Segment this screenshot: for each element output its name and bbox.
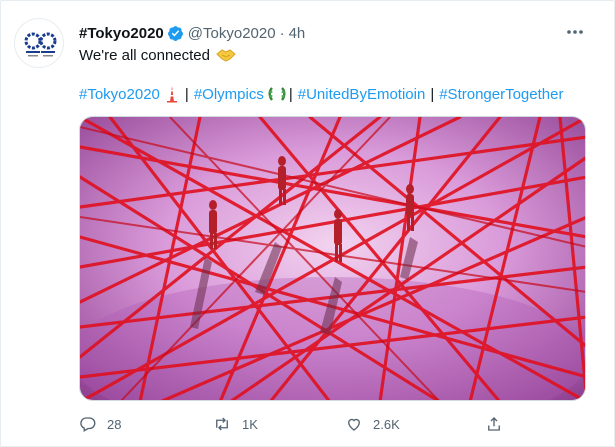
- handshake-emoji-icon: [216, 46, 236, 64]
- tweet-actions: 28 1K 2.6K: [79, 411, 586, 437]
- reply-count: 28: [107, 416, 122, 432]
- laurel-emoji-icon: [268, 85, 286, 103]
- tweet-text: We're all connected: [79, 46, 236, 64]
- verified-badge-icon: [167, 25, 184, 42]
- display-name[interactable]: #Tokyo2020: [79, 25, 164, 42]
- like-icon: [348, 418, 360, 431]
- like-button[interactable]: 2.6K: [345, 411, 400, 437]
- tokyo-tower-emoji-icon: [164, 85, 180, 103]
- share-icon: [488, 417, 500, 431]
- more-options-icon[interactable]: [561, 21, 589, 43]
- hashtag-divider: |: [184, 85, 189, 103]
- tweet-header: #Tokyo2020 @Tokyo2020 · 4h: [79, 23, 305, 43]
- timestamp[interactable]: 4h: [289, 25, 306, 42]
- hashtag-line: #Tokyo2020 | #Olympics | #UnitedByEmotio…: [79, 85, 563, 103]
- reply-button[interactable]: 28: [79, 411, 121, 437]
- performance-photo: [80, 117, 585, 400]
- handle[interactable]: @Tokyo2020: [188, 25, 276, 42]
- tokyo2020-emblem-icon: [24, 32, 57, 57]
- header-separator: ·: [279, 24, 285, 42]
- retweet-icon: [216, 417, 228, 431]
- reply-icon: [80, 417, 96, 432]
- retweet-button[interactable]: 1K: [212, 411, 258, 437]
- hashtag-divider: |: [430, 85, 435, 103]
- tweet-image[interactable]: [79, 116, 586, 401]
- tweet-card[interactable]: #Tokyo2020 @Tokyo2020 · 4h We're all con…: [0, 0, 615, 447]
- hashtag-tokyo2020[interactable]: #Tokyo2020: [79, 86, 160, 103]
- hashtag-olympics[interactable]: #Olympics: [194, 86, 264, 103]
- retweet-count: 1K: [242, 416, 258, 432]
- hashtag-unitedbyemotioin[interactable]: #UnitedByEmotioin: [298, 86, 426, 103]
- share-button[interactable]: [485, 411, 513, 437]
- tweet-text-body: We're all connected: [79, 46, 210, 64]
- hashtag-divider: |: [288, 85, 293, 103]
- like-count: 2.6K: [373, 416, 400, 432]
- avatar[interactable]: [14, 18, 64, 68]
- hashtag-strongertogether[interactable]: #StrongerTogether: [439, 86, 563, 103]
